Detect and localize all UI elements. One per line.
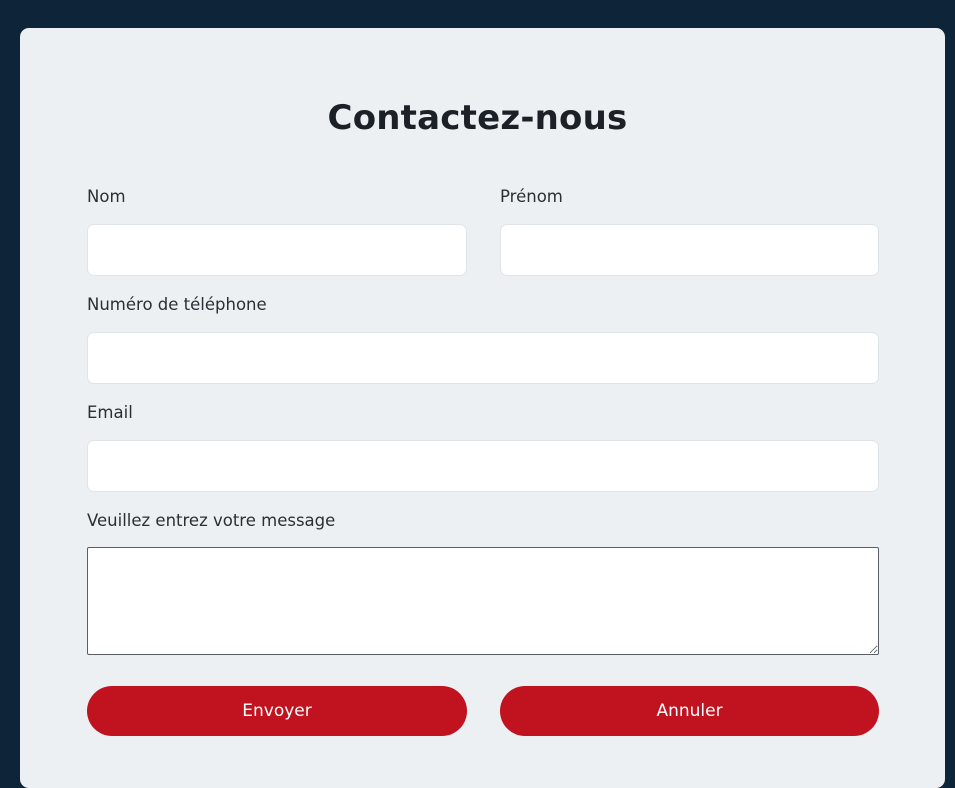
email-label: Email — [87, 403, 133, 422]
message-label: Veuillez entrez votre message — [87, 511, 336, 530]
cancel-button[interactable]: Annuler — [500, 686, 879, 736]
prenom-label: Prénom — [500, 187, 563, 206]
contact-form-card — [20, 28, 945, 788]
telephone-label: Numéro de téléphone — [87, 295, 267, 314]
message-textarea[interactable] — [87, 547, 879, 655]
email-input[interactable] — [87, 440, 879, 492]
prenom-input[interactable] — [500, 224, 879, 276]
telephone-input[interactable] — [87, 332, 879, 384]
nom-input[interactable] — [87, 224, 467, 276]
nom-label: Nom — [87, 187, 126, 206]
submit-button[interactable]: Envoyer — [87, 686, 467, 736]
form-title: Contactez-nous — [327, 98, 628, 138]
